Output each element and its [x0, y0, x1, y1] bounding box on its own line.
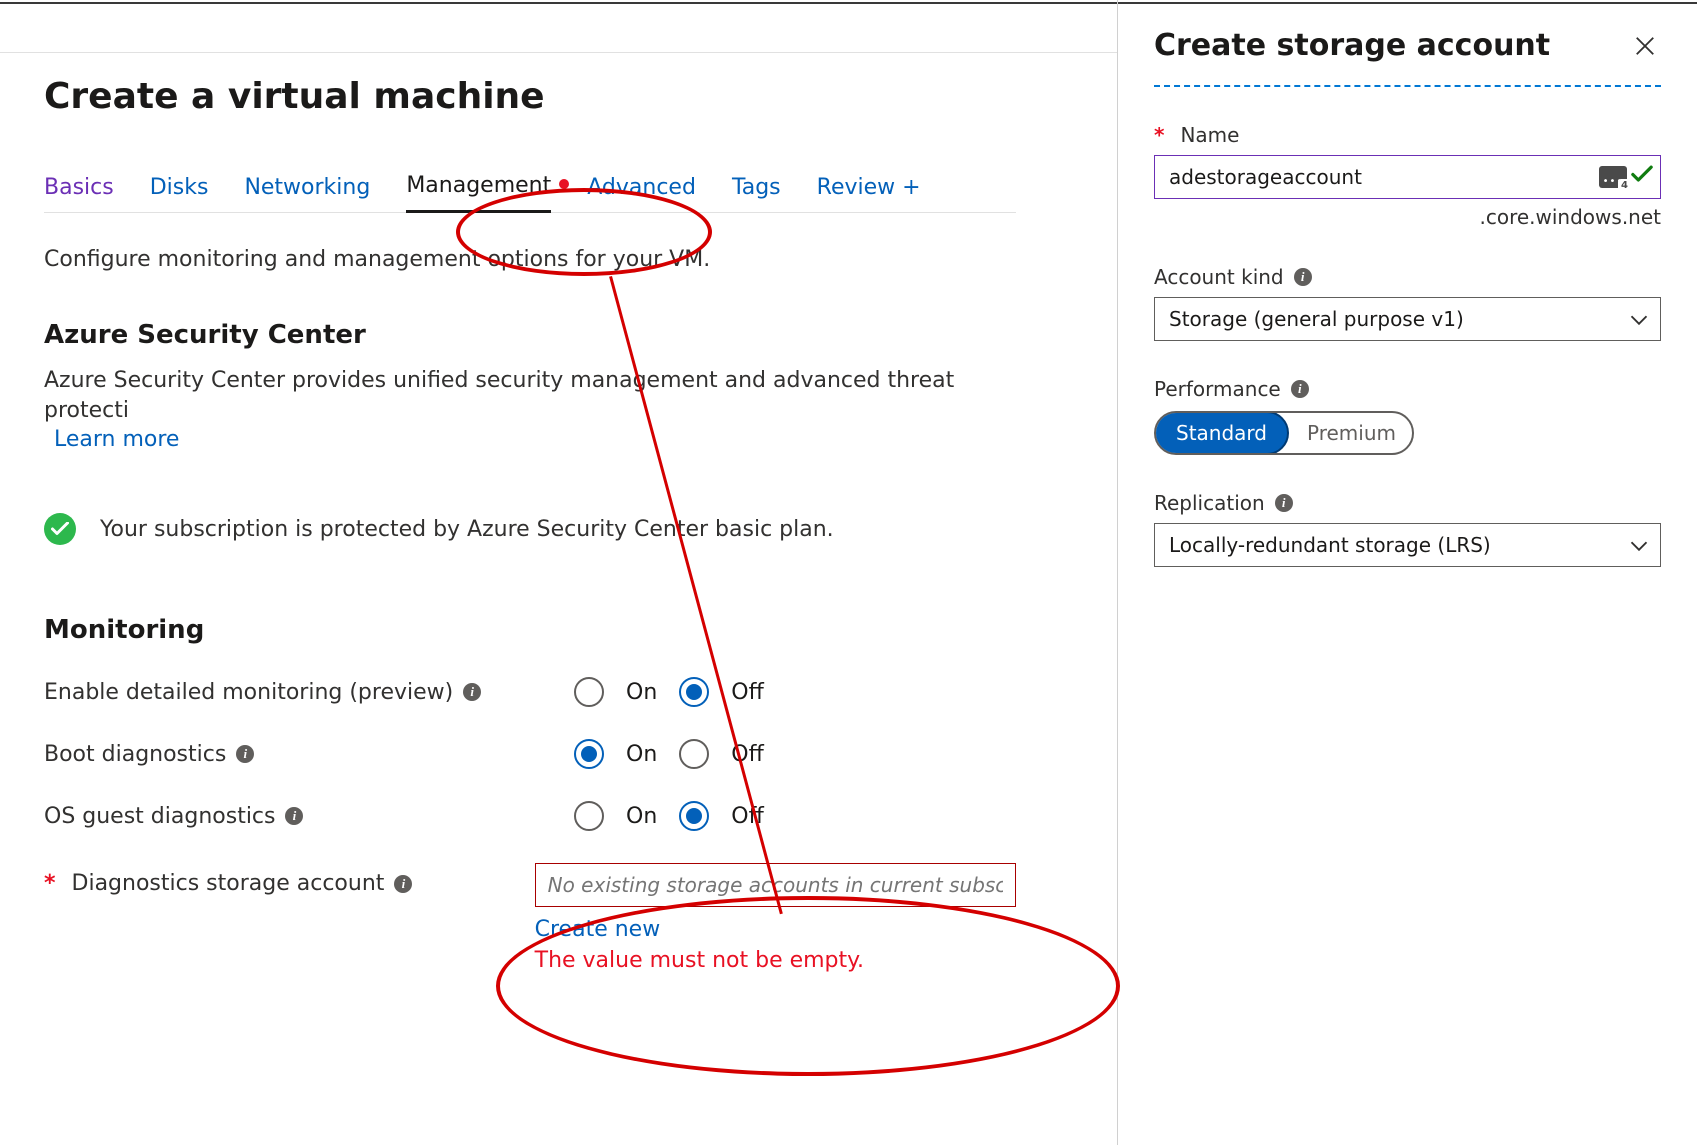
replication-value: Locally-redundant storage (LRS): [1169, 533, 1491, 557]
tab-label: Management: [406, 173, 551, 198]
tab-advanced[interactable]: Advanced: [587, 175, 696, 212]
name-suffix: .core.windows.net: [1154, 205, 1661, 229]
tab-basics[interactable]: Basics: [44, 175, 114, 212]
replication-label: Replication i: [1154, 491, 1661, 515]
performance-label: Performance i: [1154, 377, 1661, 401]
tab-label: Disks: [150, 175, 209, 200]
chevron-down-icon: [1630, 533, 1648, 557]
create-storage-panel: Create storage account *Name 4 .core.win…: [1117, 0, 1697, 1145]
tab-networking[interactable]: Networking: [244, 175, 370, 212]
learn-more-link[interactable]: Learn more: [54, 425, 179, 455]
detailed-monitoring-label: Enable detailed monitoring (preview): [44, 680, 453, 705]
row-diag-storage: * Diagnostics storage account i Create n…: [44, 863, 1016, 973]
tab-label: Networking: [244, 175, 370, 200]
check-circle-icon: [44, 513, 76, 545]
boot-off-radio[interactable]: [679, 739, 709, 769]
close-button[interactable]: [1629, 30, 1661, 62]
monitoring-heading: Monitoring: [44, 615, 1016, 645]
performance-toggle: Standard Premium: [1154, 411, 1414, 455]
intro-text: Configure monitoring and management opti…: [44, 247, 1016, 272]
radio-off-label: Off: [731, 680, 763, 705]
page-title: Create a virtual machine: [44, 76, 1016, 117]
tab-tags[interactable]: Tags: [732, 175, 781, 212]
chevron-down-icon: [1630, 307, 1648, 331]
replication-select[interactable]: Locally-redundant storage (LRS): [1154, 523, 1661, 567]
detailed-off-radio[interactable]: [679, 677, 709, 707]
main-content: Create a virtual machine Basics Disks Ne…: [0, 0, 1060, 1145]
row-boot-diagnostics: Boot diagnostics i On Off: [44, 739, 1016, 769]
performance-standard[interactable]: Standard: [1154, 411, 1289, 455]
radio-on-label: On: [626, 680, 657, 705]
diag-storage-label: Diagnostics storage account: [72, 871, 385, 896]
tab-management[interactable]: Management: [406, 173, 551, 213]
account-kind-value: Storage (general purpose v1): [1169, 307, 1464, 331]
info-icon[interactable]: i: [285, 807, 303, 825]
boot-on-radio[interactable]: [574, 739, 604, 769]
boot-diagnostics-label: Boot diagnostics: [44, 742, 226, 767]
info-icon[interactable]: i: [394, 875, 412, 893]
create-new-link[interactable]: Create new: [535, 917, 1016, 942]
performance-premium[interactable]: Premium: [1287, 413, 1414, 453]
panel-title: Create storage account: [1154, 28, 1550, 63]
panel-divider: [1154, 85, 1661, 87]
security-body: Azure Security Center provides unified s…: [44, 366, 1016, 455]
radio-off-label: Off: [731, 804, 763, 829]
os-off-radio[interactable]: [679, 801, 709, 831]
keyboard-badge: 4: [1618, 179, 1631, 192]
row-os-diagnostics: OS guest diagnostics i On Off: [44, 801, 1016, 831]
tab-label: Advanced: [587, 175, 696, 200]
info-icon[interactable]: i: [1291, 380, 1309, 398]
diag-error-text: The value must not be empty.: [535, 948, 1016, 973]
tab-disks[interactable]: Disks: [150, 175, 209, 212]
info-icon[interactable]: i: [236, 745, 254, 763]
info-icon[interactable]: i: [463, 683, 481, 701]
account-kind-label: Account kind i: [1154, 265, 1661, 289]
required-asterisk: *: [44, 871, 56, 896]
tab-label: Tags: [732, 175, 781, 200]
close-icon: [1634, 35, 1656, 57]
diag-storage-select[interactable]: [535, 863, 1016, 907]
info-icon[interactable]: i: [1294, 268, 1312, 286]
info-icon[interactable]: i: [1275, 494, 1293, 512]
radio-off-label: Off: [731, 742, 763, 767]
tabs: Basics Disks Networking Management Advan…: [44, 173, 1016, 213]
os-diagnostics-label: OS guest diagnostics: [44, 804, 275, 829]
security-body-text: Azure Security Center provides unified s…: [44, 368, 954, 423]
tab-label: Review +: [817, 175, 921, 200]
tab-review[interactable]: Review +: [817, 175, 921, 212]
name-label: *Name: [1154, 123, 1661, 147]
account-kind-select[interactable]: Storage (general purpose v1): [1154, 297, 1661, 341]
detailed-on-radio[interactable]: [574, 677, 604, 707]
security-status: Your subscription is protected by Azure …: [44, 513, 1016, 545]
row-detailed-monitoring: Enable detailed monitoring (preview) i O…: [44, 677, 1016, 707]
error-dot-icon: [559, 179, 569, 189]
radio-on-label: On: [626, 804, 657, 829]
security-heading: Azure Security Center: [44, 320, 1016, 350]
security-status-text: Your subscription is protected by Azure …: [100, 517, 834, 542]
name-input[interactable]: [1154, 155, 1661, 199]
os-on-radio[interactable]: [574, 801, 604, 831]
keyboard-icon: 4: [1599, 166, 1627, 188]
tab-label: Basics: [44, 175, 114, 200]
radio-on-label: On: [626, 742, 657, 767]
valid-check-icon: [1631, 166, 1653, 189]
